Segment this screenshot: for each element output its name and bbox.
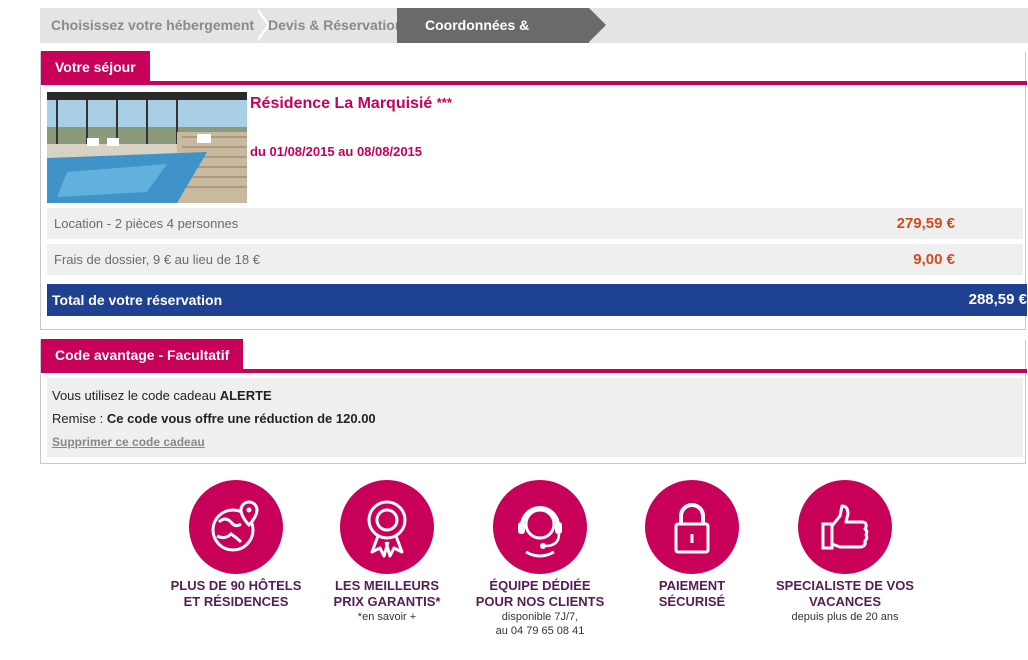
feature-title-line: PRIX GARANTIS*: [333, 594, 441, 609]
feature-title-line: VACANCES: [809, 594, 881, 609]
sejour-header: Votre séjour: [41, 51, 150, 84]
step-coordonnees-paiement: Coordonnées & Paiement: [397, 8, 606, 68]
feature-title: LES MEILLEURS PRIX GARANTIS*: [302, 578, 472, 610]
residence-photo: [47, 92, 247, 203]
feature-title-line: SPECIALISTE DE VOS: [776, 578, 914, 593]
code-used-label: Vous utilisez le code cadeau: [52, 388, 217, 403]
feature-title-line: POUR NOS CLIENTS: [475, 594, 605, 609]
sejour-panel: Votre séjour Résidence La Marquisié *** …: [40, 51, 1027, 330]
remove-code-link[interactable]: Supprimer ce code cadeau: [52, 435, 205, 449]
total-amount: 288,59 €: [968, 291, 1027, 308]
thumbs-up-icon: [798, 480, 892, 574]
discount-label: Remise :: [52, 411, 104, 426]
residence-name: Résidence La Marquisié: [250, 95, 433, 112]
feature-title-line: PLUS DE 90 HÔTELS: [170, 578, 302, 593]
feature-title: PAIEMENT SÉCURISÉ: [607, 578, 777, 610]
feature-title: ÉQUIPE DÉDIÉE POUR NOS CLIENTS: [455, 578, 625, 610]
feature-hotels[interactable]: PLUS DE 90 HÔTELS ET RÉSIDENCES: [151, 480, 321, 610]
feature-title-line: PAIEMENT: [658, 578, 726, 593]
discount-line: Remise : Ce code vous offre une réductio…: [52, 411, 376, 426]
discount-value: Ce code vous offre une réduction de 120.…: [106, 411, 376, 426]
step-devis-reservation[interactable]: Devis & Réservation: [268, 8, 403, 43]
feature-title-line: ET RÉSIDENCES: [183, 594, 289, 609]
award-ribbon-icon: [340, 480, 434, 574]
residence-title: Résidence La Marquisié ***: [250, 95, 452, 113]
globe-pin-icon: [189, 480, 283, 574]
feature-title: PLUS DE 90 HÔTELS ET RÉSIDENCES: [151, 578, 321, 610]
price-line-amount: 9,00 €: [913, 251, 955, 268]
price-line-location: Location - 2 pièces 4 personnes 279,59 €: [47, 208, 1023, 239]
code-used-line: Vous utilisez le code cadeau ALERTE: [52, 388, 272, 403]
feature-paiement-securise[interactable]: PAIEMENT SÉCURISÉ: [607, 480, 777, 610]
feature-title-line: ÉQUIPE DÉDIÉE: [489, 578, 591, 593]
feature-title-line: LES MEILLEURS: [334, 578, 439, 593]
price-line-amount: 279,59 €: [896, 215, 955, 232]
phone-number: au 04 79 65 08 41: [495, 625, 585, 637]
step-hebergement[interactable]: Choisissez votre hébergement: [51, 8, 254, 43]
feature-subtitle: disponible 7J/7,: [501, 611, 579, 623]
feature-title: SPECIALISTE DE VOS VACANCES: [760, 578, 930, 610]
feature-title-line: SÉCURISÉ: [658, 594, 726, 609]
residence-stars: ***: [436, 95, 452, 110]
price-line-label: Frais de dossier, 9 € au lieu de 18 €: [54, 252, 260, 267]
feature-specialiste[interactable]: SPECIALISTE DE VOS VACANCES depuis plus …: [760, 480, 930, 624]
padlock-icon: [645, 480, 739, 574]
checkout-steps: Choisissez votre hébergement Devis & Rés…: [40, 8, 1028, 68]
code-info-box: Vous utilisez le code cadeau ALERTE Remi…: [47, 378, 1023, 457]
feature-prix-garantis[interactable]: LES MEILLEURS PRIX GARANTIS* *en savoir …: [302, 480, 472, 624]
total-label: Total de votre réservation: [52, 292, 223, 308]
feature-subtitle: depuis plus de 20 ans: [791, 611, 899, 623]
feature-equipe-dediee[interactable]: ÉQUIPE DÉDIÉE POUR NOS CLIENTS disponibl…: [455, 480, 625, 638]
stay-dates: du 01/08/2015 au 08/08/2015: [250, 144, 423, 159]
panel-divider: [41, 81, 1027, 85]
price-line-frais: Frais de dossier, 9 € au lieu de 18 € 9,…: [47, 244, 1023, 275]
code-value: ALERTE: [219, 388, 272, 403]
code-avantage-panel: Code avantage - Facultatif Vous utilisez…: [40, 339, 1027, 464]
en-savoir-plus-link[interactable]: *en savoir +: [302, 610, 472, 624]
total-bar: Total de votre réservation 288,59 €: [47, 284, 1027, 316]
price-line-label: Location - 2 pièces 4 personnes: [54, 216, 239, 231]
headset-agent-icon: [493, 480, 587, 574]
code-avantage-header: Code avantage - Facultatif: [41, 339, 244, 372]
